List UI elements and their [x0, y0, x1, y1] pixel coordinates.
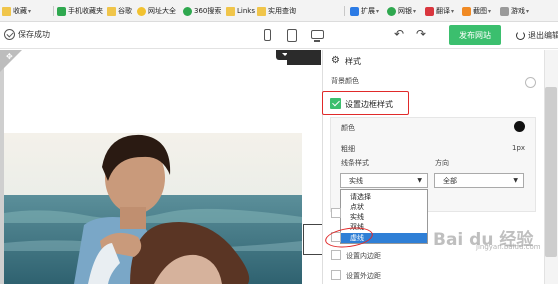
divider: [53, 6, 54, 16]
bookmark-google[interactable]: 谷歌: [107, 5, 132, 17]
inner-margin-label: 设置内边距: [346, 252, 381, 260]
line-style-option[interactable]: 点状: [350, 202, 364, 212]
annotation-highlight-rect: [322, 91, 409, 115]
power-icon: [516, 31, 525, 40]
bookmark-360-search[interactable]: 360搜索: [183, 5, 221, 17]
undo-icon[interactable]: ↶: [394, 27, 404, 41]
thickness-value[interactable]: 1px: [512, 144, 525, 152]
mobile-view-icon[interactable]: [264, 29, 271, 41]
bookmark-links[interactable]: Links: [226, 5, 255, 17]
bookmark-site-nav[interactable]: 网址大全: [137, 5, 176, 17]
line-style-option[interactable]: 实线: [350, 212, 364, 222]
chevron-down-icon: ▾: [451, 7, 455, 15]
desktop-view-icon[interactable]: [311, 30, 324, 42]
thickness-label: 粗细: [341, 145, 355, 153]
screenshot-icon: [462, 6, 471, 16]
site-nav-icon: [137, 6, 146, 16]
panel-section-title: 样式: [345, 57, 361, 66]
toolbar-extensions[interactable]: 扩展 ▾: [350, 5, 379, 17]
direction-select[interactable]: 全部 ▼: [434, 173, 524, 188]
exit-edit-button[interactable]: 退出编辑: [516, 30, 558, 41]
couple-beach-photo[interactable]: [4, 133, 302, 284]
chevron-down-icon: ▾: [526, 7, 530, 15]
save-status: 保存成功: [4, 29, 50, 40]
toolbar-screenshot[interactable]: 截图 ▾: [462, 5, 491, 17]
editor-toolbar: 保存成功 ↶ ↷ 发布网站 退出编辑: [0, 22, 558, 49]
border-color-picker[interactable]: [514, 121, 525, 132]
bookmark-mobile-favorites[interactable]: 手机收藏夹: [57, 5, 103, 17]
chevron-down-icon: ▾: [413, 7, 417, 15]
toolbar-bank[interactable]: 网银 ▾: [387, 5, 416, 17]
dropdown-arrow-icon: ▼: [417, 177, 422, 184]
move-icon[interactable]: ✥: [6, 52, 13, 61]
line-style-select[interactable]: 实线 ▼: [340, 173, 428, 188]
toolbar-games[interactable]: 游戏 ▾: [500, 5, 529, 17]
dropdown-arrow-icon: ▼: [513, 177, 518, 184]
line-style-label: 线条样式: [341, 159, 369, 167]
color-label: 颜色: [341, 124, 355, 132]
chevron-down-icon: ▾: [376, 7, 380, 15]
direction-label: 方向: [435, 159, 449, 167]
line-style-option[interactable]: 请选择: [350, 192, 371, 202]
publish-button[interactable]: 发布网站: [449, 25, 501, 45]
gear-icon: ⚙: [331, 55, 340, 66]
redo-icon[interactable]: ↷: [416, 27, 426, 41]
bookmarks-bar: 收藏 ▾ 手机收藏夹 谷歌 网址大全 360搜索 Links 实用查询 扩展 ▾ 网…: [0, 0, 558, 22]
folder-icon: [107, 6, 116, 16]
check-circle-icon: [4, 29, 15, 40]
bg-color-label: 背景颜色: [331, 77, 359, 85]
bookmark-favorites[interactable]: 收藏 ▾: [2, 5, 31, 17]
divider: [344, 6, 345, 16]
chevron-down-icon: ▾: [488, 7, 492, 15]
folder-icon: [226, 6, 235, 16]
watermark-url: jingyan.baidu.com: [476, 243, 541, 251]
scrollbar-thumb[interactable]: [545, 87, 557, 257]
bg-color-picker[interactable]: [525, 77, 536, 88]
chevron-down-icon: ▾: [28, 7, 32, 15]
bookmark-utility-query[interactable]: 实用查询: [257, 5, 296, 17]
bank-icon: [387, 6, 396, 16]
folder-icon: [257, 6, 266, 16]
outer-margin-checkbox[interactable]: [331, 270, 341, 280]
translate-icon: [425, 6, 434, 16]
star-folder-icon: [2, 6, 11, 16]
outer-margin-label: 设置外边距: [346, 272, 381, 280]
toolbar-translate[interactable]: 翻译 ▾: [425, 5, 454, 17]
extension-icon: [350, 6, 359, 16]
360-search-icon: [183, 6, 192, 16]
tablet-view-icon[interactable]: [287, 29, 297, 42]
module-header-block: [287, 50, 321, 65]
game-icon: [500, 6, 509, 16]
inner-margin-checkbox[interactable]: [331, 250, 341, 260]
checkbox[interactable]: [331, 208, 341, 218]
phone-folder-icon: [57, 6, 66, 16]
